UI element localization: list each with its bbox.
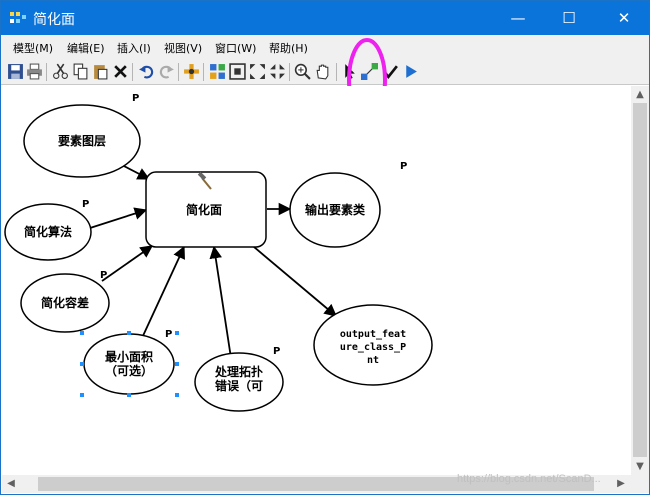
menu-model[interactable]: 模型(M) bbox=[13, 40, 53, 56]
node-output-fc-label-2: ure_class_P bbox=[340, 342, 406, 353]
selection-handle[interactable] bbox=[127, 331, 131, 335]
delete-icon[interactable] bbox=[112, 63, 129, 80]
node-topology-label-1: 处理拓扑 bbox=[214, 364, 263, 379]
node-algorithm-label: 简化算法 bbox=[24, 224, 72, 239]
connector-topology[interactable] bbox=[209, 245, 232, 359]
selection-handle[interactable] bbox=[175, 362, 179, 366]
cut-icon[interactable] bbox=[52, 63, 69, 80]
node-tool[interactable]: 简化面 bbox=[145, 171, 267, 248]
connector-output-fc[interactable] bbox=[253, 246, 337, 317]
node-tool-label: 简化面 bbox=[186, 202, 222, 217]
scroll-up-icon[interactable]: ▲ bbox=[631, 86, 649, 103]
node-topology[interactable]: 处理拓扑 错误（可 bbox=[194, 352, 284, 412]
paste-icon[interactable] bbox=[92, 63, 109, 80]
fixed-zoom-in-icon[interactable] bbox=[249, 63, 266, 80]
menu-bar: 模型(M) 编辑(E) 插入(I) 视图(V) 窗口(W) 帮助(H) bbox=[1, 35, 649, 59]
param-marker: P bbox=[165, 329, 172, 340]
redo-icon[interactable] bbox=[158, 63, 175, 80]
model-builder-window: 简化面 — ☐ ✕ 模型(M) 编辑(E) 插入(I) 视图(V) 窗口(W) … bbox=[0, 0, 650, 495]
menu-view[interactable]: 视图(V) bbox=[164, 40, 202, 56]
connector-algorithm[interactable] bbox=[89, 207, 148, 229]
node-min-area[interactable]: 最小面积 （可选） bbox=[80, 331, 179, 397]
menu-edit[interactable]: 编辑(E) bbox=[67, 40, 105, 56]
selection-handle[interactable] bbox=[175, 331, 179, 335]
scroll-left-icon[interactable]: ◀ bbox=[2, 475, 20, 492]
node-output-class-label: 输出要素类 bbox=[305, 202, 366, 217]
node-input-layer-label: 要素图层 bbox=[58, 133, 106, 148]
model-app-icon bbox=[10, 12, 26, 23]
toolbar-separator bbox=[178, 63, 179, 81]
node-algorithm[interactable]: 简化算法 bbox=[4, 203, 92, 261]
add-data-icon[interactable] bbox=[183, 63, 200, 80]
model-canvas[interactable]: 要素图层 P 简化算法 P 简化容差 P 最小面积 （可选） P 处理拓扑 错误… bbox=[2, 86, 631, 475]
selection-handle[interactable] bbox=[80, 393, 84, 397]
node-input-layer[interactable]: 要素图层 bbox=[23, 104, 141, 178]
vertical-scroll-thumb[interactable] bbox=[633, 103, 647, 457]
toolbar-separator bbox=[46, 63, 47, 81]
minimize-button[interactable]: — bbox=[495, 1, 541, 35]
full-extent-icon[interactable] bbox=[229, 63, 246, 80]
connector-min-area[interactable] bbox=[141, 245, 185, 339]
param-marker: P bbox=[82, 199, 89, 210]
model-diagram[interactable]: 要素图层 P 简化算法 P 简化容差 P 最小面积 （可选） P 处理拓扑 错误… bbox=[2, 86, 631, 475]
node-output-fc-label-3: nt bbox=[367, 355, 379, 366]
menu-help[interactable]: 帮助(H) bbox=[269, 40, 308, 56]
node-output-class[interactable]: 输出要素类 bbox=[289, 172, 381, 248]
toolbar-separator bbox=[132, 63, 133, 81]
toolbar-separator bbox=[336, 63, 337, 81]
selection-handle[interactable] bbox=[127, 393, 131, 397]
save-icon[interactable] bbox=[7, 63, 24, 80]
print-icon[interactable] bbox=[26, 63, 43, 80]
toolbar-separator bbox=[203, 63, 204, 81]
selection-handle[interactable] bbox=[175, 393, 179, 397]
node-output-feature-class[interactable]: output_feat ure_class_P nt bbox=[313, 304, 433, 386]
node-min-area-label-1: 最小面积 bbox=[105, 349, 153, 364]
auto-layout-icon[interactable] bbox=[209, 63, 226, 80]
undo-icon[interactable] bbox=[138, 63, 155, 80]
watermark: https://blog.csdn.net/ScanD... bbox=[457, 473, 601, 485]
node-tolerance-label: 简化容差 bbox=[41, 295, 89, 310]
connector-tolerance[interactable] bbox=[101, 245, 154, 282]
scrollbar-corner bbox=[631, 475, 649, 493]
param-marker: P bbox=[400, 161, 407, 172]
zoom-in-icon[interactable] bbox=[294, 63, 311, 80]
scroll-right-icon[interactable]: ▶ bbox=[612, 475, 630, 492]
toolbar-separator bbox=[289, 63, 290, 81]
maximize-button[interactable]: ☐ bbox=[546, 1, 592, 35]
toolbar bbox=[1, 59, 649, 85]
close-button[interactable]: ✕ bbox=[601, 1, 647, 35]
selection-handle[interactable] bbox=[80, 362, 84, 366]
param-marker: P bbox=[100, 270, 107, 281]
fixed-zoom-out-icon[interactable] bbox=[269, 63, 286, 80]
node-output-fc-label-1: output_feat bbox=[340, 329, 406, 340]
pan-icon[interactable] bbox=[314, 63, 331, 80]
vertical-scrollbar[interactable]: ▲ ▼ bbox=[631, 86, 649, 475]
window-title: 简化面 bbox=[33, 12, 75, 28]
run-icon[interactable] bbox=[402, 63, 419, 80]
title-bar[interactable]: 简化面 — ☐ ✕ bbox=[1, 1, 649, 35]
menu-insert[interactable]: 插入(I) bbox=[117, 40, 151, 56]
node-min-area-label-2: （可选） bbox=[105, 363, 153, 378]
param-marker: P bbox=[273, 346, 280, 357]
copy-icon[interactable] bbox=[72, 63, 89, 80]
scroll-down-icon[interactable]: ▼ bbox=[631, 458, 649, 475]
menu-window[interactable]: 窗口(W) bbox=[215, 40, 256, 56]
selection-handle[interactable] bbox=[80, 331, 84, 335]
node-topology-label-2: 错误（可 bbox=[215, 378, 263, 393]
node-tolerance[interactable]: 简化容差 bbox=[20, 273, 110, 333]
param-marker: P bbox=[132, 93, 139, 104]
